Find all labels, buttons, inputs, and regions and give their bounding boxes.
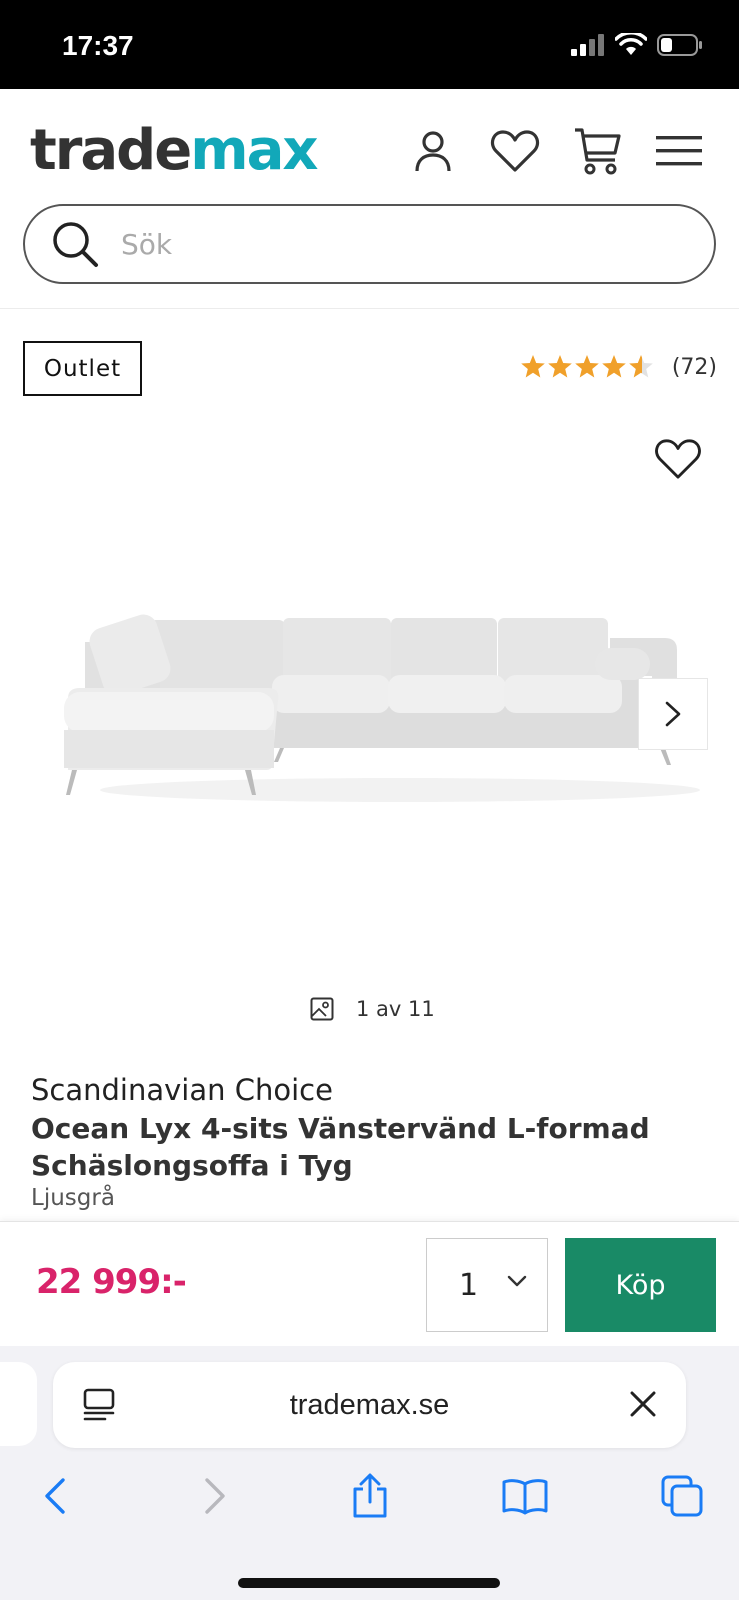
cart-button[interactable] — [565, 119, 629, 183]
logo-text-trade: trade — [30, 118, 192, 183]
bookmarks-icon — [502, 1479, 548, 1515]
signal-icon — [571, 34, 604, 56]
close-icon[interactable] — [628, 1389, 658, 1419]
home-indicator[interactable] — [238, 1578, 500, 1588]
next-image-button[interactable] — [638, 678, 708, 750]
header-actions — [383, 119, 711, 183]
buy-bar: 22 999:- 1 Köp — [0, 1221, 739, 1346]
tabs-icon — [661, 1475, 703, 1517]
wifi-icon — [615, 33, 647, 55]
status-time: 17:37 — [62, 30, 134, 61]
share-button[interactable] — [340, 1466, 400, 1526]
rating-count: (72) — [671, 354, 717, 380]
wishlist-button[interactable] — [483, 119, 547, 183]
quantity-select[interactable]: 1 — [426, 1238, 548, 1332]
chevron-right-icon — [665, 701, 681, 727]
account-icon — [415, 131, 451, 172]
image-icon — [310, 997, 334, 1021]
search-icon — [53, 222, 98, 267]
search-bar[interactable] — [23, 204, 716, 284]
browser-chrome: trademax.se — [0, 1346, 739, 1600]
url-text: trademax.se — [289, 1389, 450, 1421]
bookmarks-button[interactable] — [495, 1466, 555, 1526]
account-button[interactable] — [401, 119, 465, 183]
tabs-button[interactable] — [652, 1466, 712, 1526]
product-image-sofa[interactable] — [40, 590, 700, 830]
menu-button[interactable] — [647, 119, 711, 183]
product-brand[interactable]: Scandinavian Choice — [31, 1073, 333, 1107]
chevron-down-icon — [507, 1275, 527, 1287]
buy-button[interactable]: Köp — [565, 1238, 716, 1332]
product-rating[interactable]: (72) — [520, 354, 717, 380]
star-rating — [521, 355, 653, 378]
logo-text-max: max — [190, 118, 318, 183]
site-header: trademax — [0, 89, 739, 309]
previous-tab-preview[interactable] — [0, 1362, 37, 1446]
forward-button[interactable] — [185, 1466, 245, 1526]
image-counter-label: 1 av 11 — [356, 997, 435, 1021]
browser-toolbar — [0, 1466, 739, 1536]
status-bar: 17:37 — [0, 0, 739, 89]
add-to-wishlist-button[interactable] — [650, 431, 706, 487]
search-input[interactable] — [121, 227, 681, 261]
address-bar[interactable]: trademax.se — [53, 1362, 686, 1448]
back-icon — [45, 1478, 65, 1514]
quantity-value: 1 — [459, 1267, 479, 1303]
share-icon — [353, 1473, 387, 1518]
product-variant: Ljusgrå — [31, 1185, 115, 1211]
forward-icon — [205, 1478, 225, 1514]
trademax-logo[interactable]: trademax — [30, 111, 319, 191]
menu-icon — [656, 136, 702, 166]
heart-icon — [490, 130, 540, 172]
image-counter: 1 av 11 — [310, 997, 435, 1021]
battery-icon — [657, 34, 702, 56]
outlet-badge: Outlet — [23, 341, 142, 396]
product-title: Ocean Lyx 4-sits Vänstervänd L-formad Sc… — [31, 1112, 650, 1182]
heart-outline-icon — [655, 439, 701, 479]
cart-icon — [575, 128, 621, 175]
product-price: 22 999:- — [36, 1262, 187, 1302]
back-button[interactable] — [25, 1466, 85, 1526]
status-icons — [571, 33, 703, 57]
